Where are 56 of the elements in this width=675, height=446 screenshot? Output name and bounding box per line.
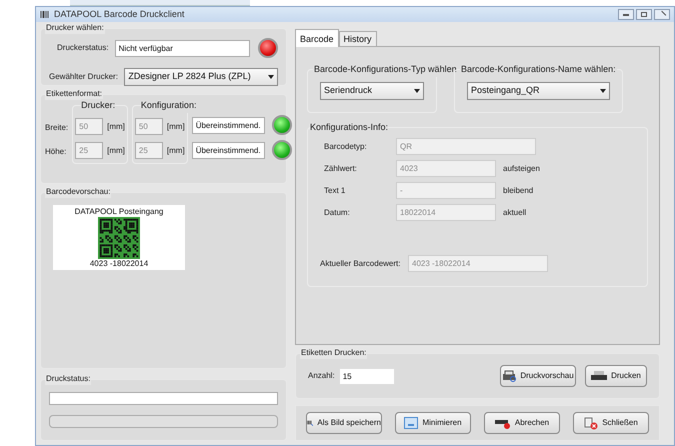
group-title: Etiketten Drucken:: [300, 347, 368, 359]
group-title: Barcode-Konfigurations-Typ wählen: [313, 63, 458, 76]
action-button[interactable]: Schließen: [573, 412, 649, 434]
text-field[interactable]: Nicht verfügbar: [114, 40, 250, 56]
maximize-icon[interactable]: [636, 9, 652, 20]
caret-icon: [268, 75, 274, 79]
field-label: [mm]: [166, 120, 185, 132]
action-button[interactable]: Drucken: [585, 365, 647, 387]
action-button[interactable]: Druckvorschau: [500, 365, 576, 387]
caret-icon: [600, 89, 606, 93]
printer-icon: [502, 370, 516, 382]
field-label: Zählwert:: [323, 162, 358, 174]
printer-cancel-icon: [494, 417, 511, 429]
field-label: [mm]: [107, 144, 125, 156]
window-icon: [404, 417, 418, 429]
window-title: DATAPOOL Barcode Druckclient: [54, 8, 184, 21]
result-field[interactable]: Übereinstimmend.: [192, 116, 265, 134]
caret-icon: [414, 89, 420, 93]
count-field[interactable]: 15: [338, 368, 395, 384]
action-button[interactable]: Minimieren: [395, 412, 471, 434]
field-label: Text 1: [323, 184, 346, 196]
label-caption: 4023 -18022014: [90, 259, 148, 269]
group-title: Konfigurations-Info:: [310, 121, 388, 134]
minimize-icon[interactable]: [618, 9, 634, 20]
field-label: Aktueller Barcodewert:: [320, 258, 402, 270]
field-label: Breite:: [45, 122, 68, 134]
field-label: Gewählter Drucker:: [49, 71, 119, 83]
dropdown[interactable]: Seriendruck: [320, 82, 424, 100]
group-title: Barcodevorschau:: [45, 186, 112, 198]
action-button[interactable]: Abrechen: [484, 412, 560, 434]
field-label: Datum:: [323, 206, 351, 218]
result-field[interactable]: Übereinstimmend.: [192, 142, 265, 158]
tab[interactable]: History: [338, 31, 377, 46]
field-label: Anzahl:: [308, 370, 335, 382]
app-icon: [40, 10, 50, 19]
dropdown[interactable]: Posteingang_QR: [467, 82, 610, 100]
field-label: [mm]: [166, 144, 185, 156]
group-title: Barcode-Konfigurations-Name wählen:: [460, 63, 617, 76]
tab[interactable]: Barcode: [295, 29, 339, 47]
document-close-icon: [584, 416, 598, 430]
qr-code-drawing: [98, 217, 140, 259]
group-title: Druckstatus:: [45, 373, 92, 385]
field-label: aufsteigen: [503, 162, 540, 174]
label-heading: DATAPOOL Posteingang: [74, 207, 164, 217]
group-title: Drucker wählen:: [45, 22, 105, 34]
field-label: Druckerstatus:: [56, 42, 110, 54]
dropdown[interactable]: ZDesigner LP 2824 Plus (ZPL): [124, 68, 278, 86]
printer-icon: [591, 371, 608, 381]
group-title: Konfiguration:: [140, 99, 196, 112]
group-title: Etikettenformat:: [45, 88, 104, 100]
action-button[interactable]: Als Bild speichern: [306, 412, 382, 434]
field-label: aktuell: [503, 206, 526, 218]
field-label: Barcodetyp:: [323, 140, 368, 152]
field-label: Höhe:: [45, 146, 68, 158]
field-label: bleibend: [503, 184, 534, 196]
field-label: [mm]: [107, 120, 125, 132]
